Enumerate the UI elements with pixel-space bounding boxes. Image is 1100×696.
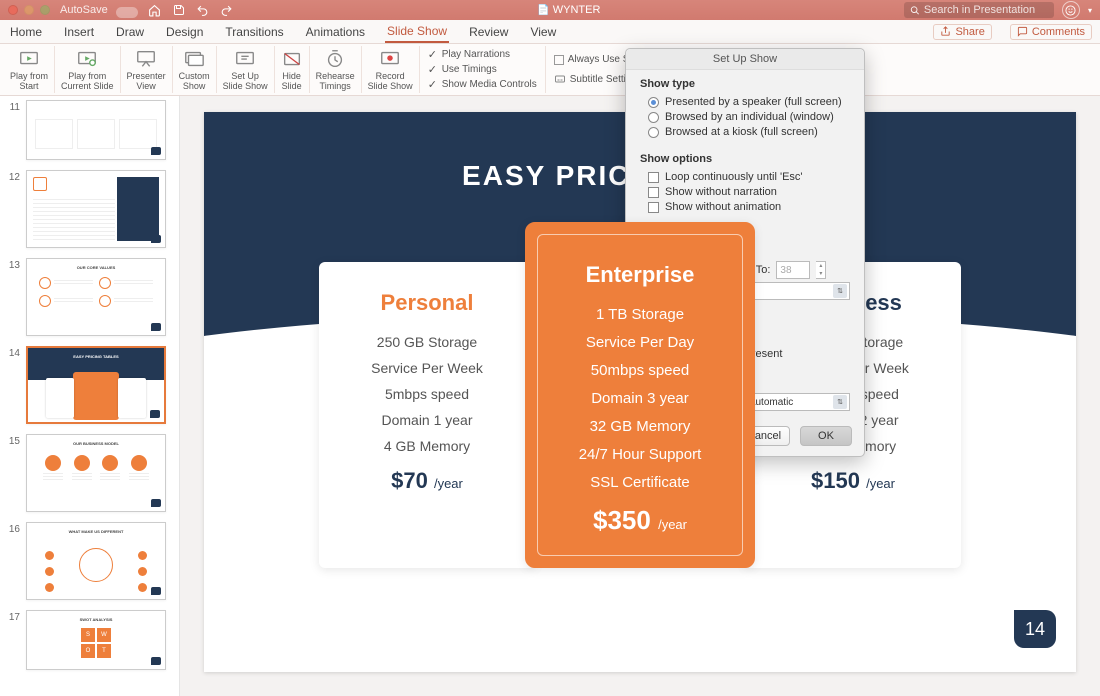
set-up-show-button[interactable]: Set Up Slide Show	[217, 46, 275, 93]
tab-draw[interactable]: Draw	[114, 22, 146, 42]
stepper-icon[interactable]: ▴▾	[816, 261, 826, 279]
check-media-controls[interactable]: ✓Show Media Controls	[428, 78, 537, 91]
ribbon-checks-play: ✓Play Narrations ✓Use Timings ✓Show Medi…	[420, 46, 546, 93]
section-show-type: Show type Presented by a speaker (full s…	[626, 70, 864, 145]
thumb-14[interactable]: 14EASY PRICING TABLES	[6, 346, 173, 424]
comment-icon	[1017, 26, 1028, 37]
play-from-current-button[interactable]: Play from Current Slide	[55, 46, 121, 93]
smiley-icon	[1065, 5, 1076, 16]
thumb-12[interactable]: 12	[6, 170, 173, 248]
pricing-card-personal: Personal 250 GB Storage Service Per Week…	[319, 262, 535, 568]
section-show-options: Show options Loop continuously until 'Es…	[626, 145, 864, 220]
thumb-13[interactable]: 13OUR CORE VALUES	[6, 258, 173, 336]
custom-show-select[interactable]: ⇅	[741, 282, 850, 300]
radio-browsed-kiosk[interactable]: Browsed at a kiosk (full screen)	[640, 126, 850, 138]
thumb-15[interactable]: 15OUR BUSINESS MODEL	[6, 434, 173, 512]
pricing-card-enterprise: Enterprise 1 TB Storage Service Per Day …	[525, 222, 755, 568]
ok-button[interactable]: OK	[800, 426, 852, 446]
document-title: 📄 WYNTER	[234, 4, 904, 16]
setup-icon	[234, 48, 256, 70]
clock-icon	[324, 48, 346, 70]
tab-review[interactable]: Review	[467, 22, 510, 42]
custom-show-button[interactable]: Custom Show	[173, 46, 217, 93]
play-current-icon	[76, 48, 98, 70]
check-use-timings[interactable]: ✓Use Timings	[428, 63, 537, 76]
ribbon: Play from Start Play from Current Slide …	[0, 44, 1100, 96]
chevron-down-icon[interactable]: ▾	[1088, 6, 1092, 15]
subtitle-icon	[554, 73, 566, 85]
thumb-17[interactable]: 17SWOT ANALYSISSWOT	[6, 610, 173, 670]
radio-browsed-individual[interactable]: Browsed by an individual (window)	[640, 111, 850, 123]
checkbox-icon	[648, 202, 659, 213]
check-loop-continuously[interactable]: Loop continuously until 'Esc'	[640, 171, 850, 183]
save-icon[interactable]	[172, 3, 186, 17]
tab-home[interactable]: Home	[8, 22, 44, 42]
undo-icon[interactable]	[196, 3, 210, 17]
monitor-select[interactable]: Automatic⇅	[744, 393, 850, 411]
checkmark-icon: ✓	[428, 48, 438, 61]
presenter-icon	[135, 48, 157, 70]
title-bar: AutoSave 📄 WYNTER ▾	[0, 0, 1100, 20]
window-controls	[8, 5, 50, 15]
play-from-start-button[interactable]: Play from Start	[4, 46, 55, 93]
slide-thumbnails[interactable]: 11 12 13OUR CORE VALUES 14EASY PRICING T…	[0, 96, 180, 696]
ribbon-tabs: Home Insert Draw Design Transitions Anim…	[0, 20, 1100, 44]
doc-icon: 📄	[537, 5, 549, 16]
comments-button[interactable]: Comments	[1010, 24, 1092, 40]
check-without-animation[interactable]: Show without animation	[640, 201, 850, 213]
tab-insert[interactable]: Insert	[62, 22, 96, 42]
doc-name: WYNTER	[553, 4, 601, 16]
quick-access-toolbar	[148, 3, 234, 17]
check-without-narration[interactable]: Show without narration	[640, 186, 850, 198]
thumb-16[interactable]: 16WHAT MAKE US DIFFERENT	[6, 522, 173, 600]
home-icon[interactable]	[148, 3, 162, 17]
checkmark-icon: ✓	[428, 63, 438, 76]
search-icon	[910, 5, 920, 16]
tab-transitions[interactable]: Transitions	[223, 22, 285, 42]
check-play-narrations[interactable]: ✓Play Narrations	[428, 48, 537, 61]
redo-icon[interactable]	[220, 3, 234, 17]
hide-icon	[281, 48, 303, 70]
radio-icon	[648, 112, 659, 123]
zoom-window-icon[interactable]	[40, 5, 50, 15]
share-icon	[940, 26, 951, 37]
rehearse-timings-button[interactable]: Rehearse Timings	[310, 46, 362, 93]
record-show-button[interactable]: Record Slide Show	[362, 46, 420, 93]
autosave-label: AutoSave	[60, 4, 108, 16]
checkmark-icon: ✓	[428, 78, 438, 91]
minimize-window-icon[interactable]	[24, 5, 34, 15]
chevron-updown-icon: ⇅	[833, 395, 847, 409]
hide-slide-button[interactable]: Hide Slide	[275, 46, 310, 93]
autosave-toggle[interactable]	[116, 7, 138, 18]
checkbox-icon	[648, 172, 659, 183]
radio-icon	[648, 127, 659, 138]
search-box[interactable]	[904, 2, 1054, 18]
radio-icon	[648, 97, 659, 108]
radio-presented-by-speaker[interactable]: Presented by a speaker (full screen)	[640, 96, 850, 108]
custom-show-icon	[183, 48, 205, 70]
presenter-view-button[interactable]: Presenter View	[121, 46, 173, 93]
close-window-icon[interactable]	[8, 5, 18, 15]
chevron-updown-icon: ⇅	[833, 284, 847, 298]
thumb-11[interactable]: 11	[6, 100, 173, 160]
record-icon	[379, 48, 401, 70]
slide-number-badge: 14	[1014, 610, 1056, 648]
tab-animations[interactable]: Animations	[304, 22, 367, 42]
content-area: 11 12 13OUR CORE VALUES 14EASY PRICING T…	[0, 96, 1100, 696]
to-field[interactable]: 38	[776, 261, 810, 279]
tab-view[interactable]: View	[528, 22, 558, 42]
checkbox-icon	[554, 55, 564, 65]
tab-slide-show[interactable]: Slide Show	[385, 21, 449, 43]
checkbox-icon	[648, 187, 659, 198]
share-button[interactable]: Share	[933, 24, 991, 40]
tab-design[interactable]: Design	[164, 22, 205, 42]
search-input[interactable]	[924, 4, 1048, 16]
play-icon	[18, 48, 40, 70]
dialog-title: Set Up Show	[626, 49, 864, 70]
account-button[interactable]	[1062, 1, 1080, 19]
